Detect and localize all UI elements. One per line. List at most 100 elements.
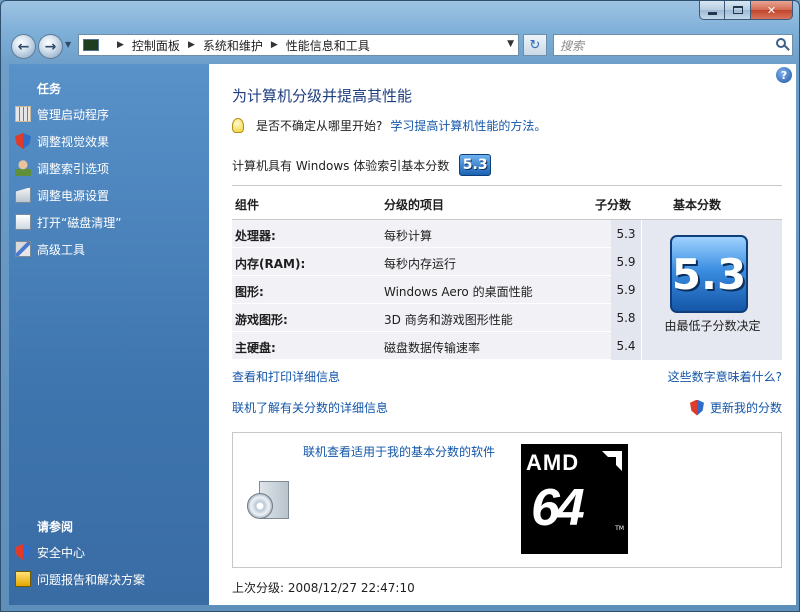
content-pane: ? 为计算机分级并提高其性能 是否不确定从哪里开始? 学习提高计算机性能的方法。… [209,64,796,605]
help-icon[interactable]: ? [776,67,792,83]
amd64-logo: AMD 64 TM [521,444,628,554]
address-bar[interactable]: ▶ 控制面板 ▶ 系统和维护 ▶ 性能信息和工具 ▼ [78,34,519,56]
back-arrow-icon: ← [17,38,30,55]
row-component: 内存(RAM): [235,257,306,271]
minimize-icon [707,11,717,15]
tools-icon [15,241,31,257]
base-score-badge: 5.3 [670,235,748,313]
search-icon[interactable] [776,38,786,48]
breadcrumb-performance[interactable]: 性能信息和工具 [286,37,370,54]
breadcrumb-control-panel[interactable]: 控制面板 [132,37,180,54]
window: ✕ ← → ▼ ▶ 控制面板 ▶ 系统和维护 ▶ 性能信息和工具 ▼ ↻ 搜索 … [0,0,800,612]
row-subscore: 5.3 [611,220,641,248]
disk-cleanup-icon [15,214,31,230]
base-score-cell: 5.3 由最低子分数决定 [641,220,782,360]
task-manage-startup[interactable]: 管理启动程序 [15,104,109,124]
lightbulb-icon [232,118,244,133]
task-label: 高级工具 [37,242,86,257]
search-input[interactable]: 搜索 [553,34,793,56]
what-numbers-mean-link[interactable]: 这些数字意味着什么? [668,368,782,385]
task-disk-cleanup[interactable]: 打开“磁盘清理” [15,212,121,232]
index-icon [15,160,31,176]
breadcrumb-separator-icon[interactable]: ▶ [188,40,195,50]
page-title: 为计算机分级并提高其性能 [232,87,413,105]
update-score-button[interactable]: 更新我的分数 [689,399,782,416]
row-item: Windows Aero 的桌面性能 [384,285,533,299]
recent-pages-dropdown[interactable]: ▼ [65,40,71,49]
header-rated-item: 分级的项目 [384,198,445,212]
task-advanced-tools[interactable]: 高级工具 [15,239,85,259]
forward-arrow-icon: → [44,38,57,55]
table-row: 图形: Windows Aero 的桌面性能 5.9 [232,276,641,304]
ratings-table: 组件 分级的项目 子分数 基本分数 处理器: 每秒计算 5.3 内存(RAM):… [232,185,782,360]
row-subscore: 5.9 [611,248,641,276]
row-item: 3D 商务和游戏图形性能 [384,313,513,327]
software-box-icon [245,477,293,523]
problem-report-icon [15,571,31,587]
startup-programs-icon [15,106,31,122]
close-button[interactable]: ✕ [751,1,793,20]
row-item: 磁盘数据传输速率 [384,341,481,355]
table-row: 处理器: 每秒计算 5.3 [232,220,641,248]
task-visual-effects[interactable]: 调整视觉效果 [15,131,109,151]
table-row: 内存(RAM): 每秒内存运行 5.9 [232,248,641,276]
see-also-security-center[interactable]: 安全中心 [15,542,85,562]
task-index-options[interactable]: 调整索引选项 [15,158,109,178]
maximize-icon [732,6,743,14]
power-icon [15,187,31,203]
header-subscore: 子分数 [595,198,632,212]
amd-trademark: TM [615,525,624,532]
chevron-down-icon: ▼ [65,40,72,49]
base-score-row: 计算机具有 Windows 体验索引基本分数 5.3 [232,154,492,176]
caption-buttons: ✕ [699,1,793,21]
task-label: 调整电源设置 [37,188,110,203]
amd-logo-text: AMD [526,450,580,475]
breadcrumb-separator-icon[interactable]: ▶ [271,40,278,50]
software-link[interactable]: 联机查看适用于我的基本分数的软件 [303,443,495,460]
table-header: 组件 分级的项目 子分数 基本分数 [232,185,782,220]
minimize-button[interactable] [699,1,725,20]
row-item: 每秒内存运行 [384,257,457,271]
row-component: 处理器: [235,229,276,243]
shield-icon [15,133,31,149]
search-placeholder: 搜索 [560,38,585,53]
task-label: 问题报告和解决方案 [37,572,146,587]
task-label: 管理启动程序 [37,107,110,122]
update-score-label[interactable]: 更新我的分数 [710,399,782,416]
base-score-badge-small: 5.3 [459,154,492,176]
uac-shield-icon [689,399,704,416]
row-component: 图形: [235,285,264,299]
forward-button[interactable]: → [38,34,63,59]
row-item: 每秒计算 [384,229,433,243]
task-label: 调整索引选项 [37,161,110,176]
back-button[interactable]: ← [11,34,36,59]
address-dropdown-icon[interactable]: ▼ [507,39,514,49]
view-print-details-link[interactable]: 查看和打印详细信息 [232,368,340,385]
security-center-icon [15,544,31,560]
refresh-button[interactable]: ↻ [523,34,547,56]
score-note: 由最低子分数决定 [664,319,761,333]
tasks-heading: 任务 [37,82,62,96]
row-subscore: 5.8 [611,304,641,332]
refresh-icon: ↻ [529,37,541,53]
see-also-problem-reports[interactable]: 问题报告和解决方案 [15,569,145,589]
control-panel-icon [83,39,99,51]
task-label: 安全中心 [37,545,86,560]
learn-improve-link[interactable]: 学习提高计算机性能的方法。 [390,117,546,134]
maximize-button[interactable] [725,1,751,20]
row-subscore: 5.4 [611,332,641,360]
header-base-score: 基本分数 [673,198,722,212]
tip-question: 是否不确定从哪里开始? [256,119,383,133]
amd-64-text: 64 [531,479,585,537]
task-label: 调整视觉效果 [37,134,110,149]
breadcrumb-separator-icon[interactable]: ▶ [117,40,124,50]
task-power-settings[interactable]: 调整电源设置 [15,185,109,205]
table-row: 游戏图形: 3D 商务和游戏图形性能 5.8 [232,304,641,332]
row-component: 游戏图形: [235,313,288,327]
row-subscore: 5.9 [611,276,641,304]
see-also-heading: 请参阅 [37,520,74,534]
cd-disc-icon [247,493,273,519]
online-score-details-link[interactable]: 联机了解有关分数的详细信息 [232,399,388,416]
breadcrumb-system-maintenance[interactable]: 系统和维护 [203,37,263,54]
row-component: 主硬盘: [235,341,276,355]
